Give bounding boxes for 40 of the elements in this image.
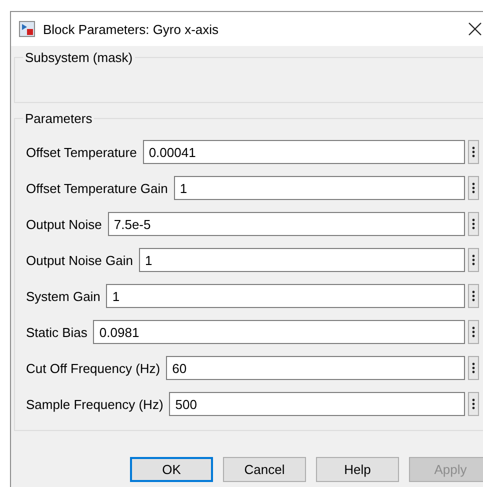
input-field[interactable]: 7.5e-5 [108, 212, 465, 236]
field-label: Static Bias [26, 324, 88, 340]
field-label: System Gain [26, 288, 100, 304]
input-field[interactable]: 1 [106, 284, 465, 308]
dialog-button[interactable]: OK [130, 457, 213, 482]
dialog-button[interactable]: Help [316, 457, 399, 482]
input-field[interactable]: 500 [169, 392, 465, 416]
dialog-button[interactable]: Cancel [223, 457, 306, 482]
block-icon [19, 21, 35, 37]
options-button[interactable] [468, 356, 479, 380]
more-icon [472, 182, 475, 194]
close-icon [468, 22, 482, 36]
more-icon [472, 218, 475, 230]
options-button[interactable] [468, 320, 479, 344]
options-button[interactable] [468, 176, 479, 200]
input-field[interactable]: 60 [166, 356, 465, 380]
options-button[interactable] [468, 248, 479, 272]
options-button[interactable] [468, 284, 479, 308]
field-label: Cut Off Frequency (Hz) [26, 360, 160, 376]
more-icon [472, 290, 475, 302]
input-field[interactable]: 0.0981 [93, 320, 465, 344]
more-icon [472, 254, 475, 266]
options-button[interactable] [468, 140, 479, 164]
more-icon [472, 146, 475, 158]
window-title: Block Parameters: Gyro x-axis [43, 22, 220, 36]
group-title: Subsystem (mask) [24, 50, 134, 65]
more-icon [472, 362, 475, 374]
field-label: Output Noise Gain [26, 252, 133, 268]
options-button[interactable] [468, 392, 479, 416]
input-field[interactable]: 0.00041 [142, 140, 465, 164]
more-icon [472, 326, 475, 338]
field-label: Sample Frequency (Hz) [26, 396, 164, 412]
options-button[interactable] [468, 212, 479, 236]
more-icon [472, 398, 475, 410]
field-label: Offset Temperature Gain [26, 180, 168, 196]
input-field[interactable]: 1 [138, 248, 465, 272]
input-field[interactable]: 1 [174, 176, 465, 200]
group-title: Parameters [24, 111, 94, 126]
field-label: Offset Temperature [26, 144, 137, 160]
field-label: Output Noise [26, 216, 102, 232]
